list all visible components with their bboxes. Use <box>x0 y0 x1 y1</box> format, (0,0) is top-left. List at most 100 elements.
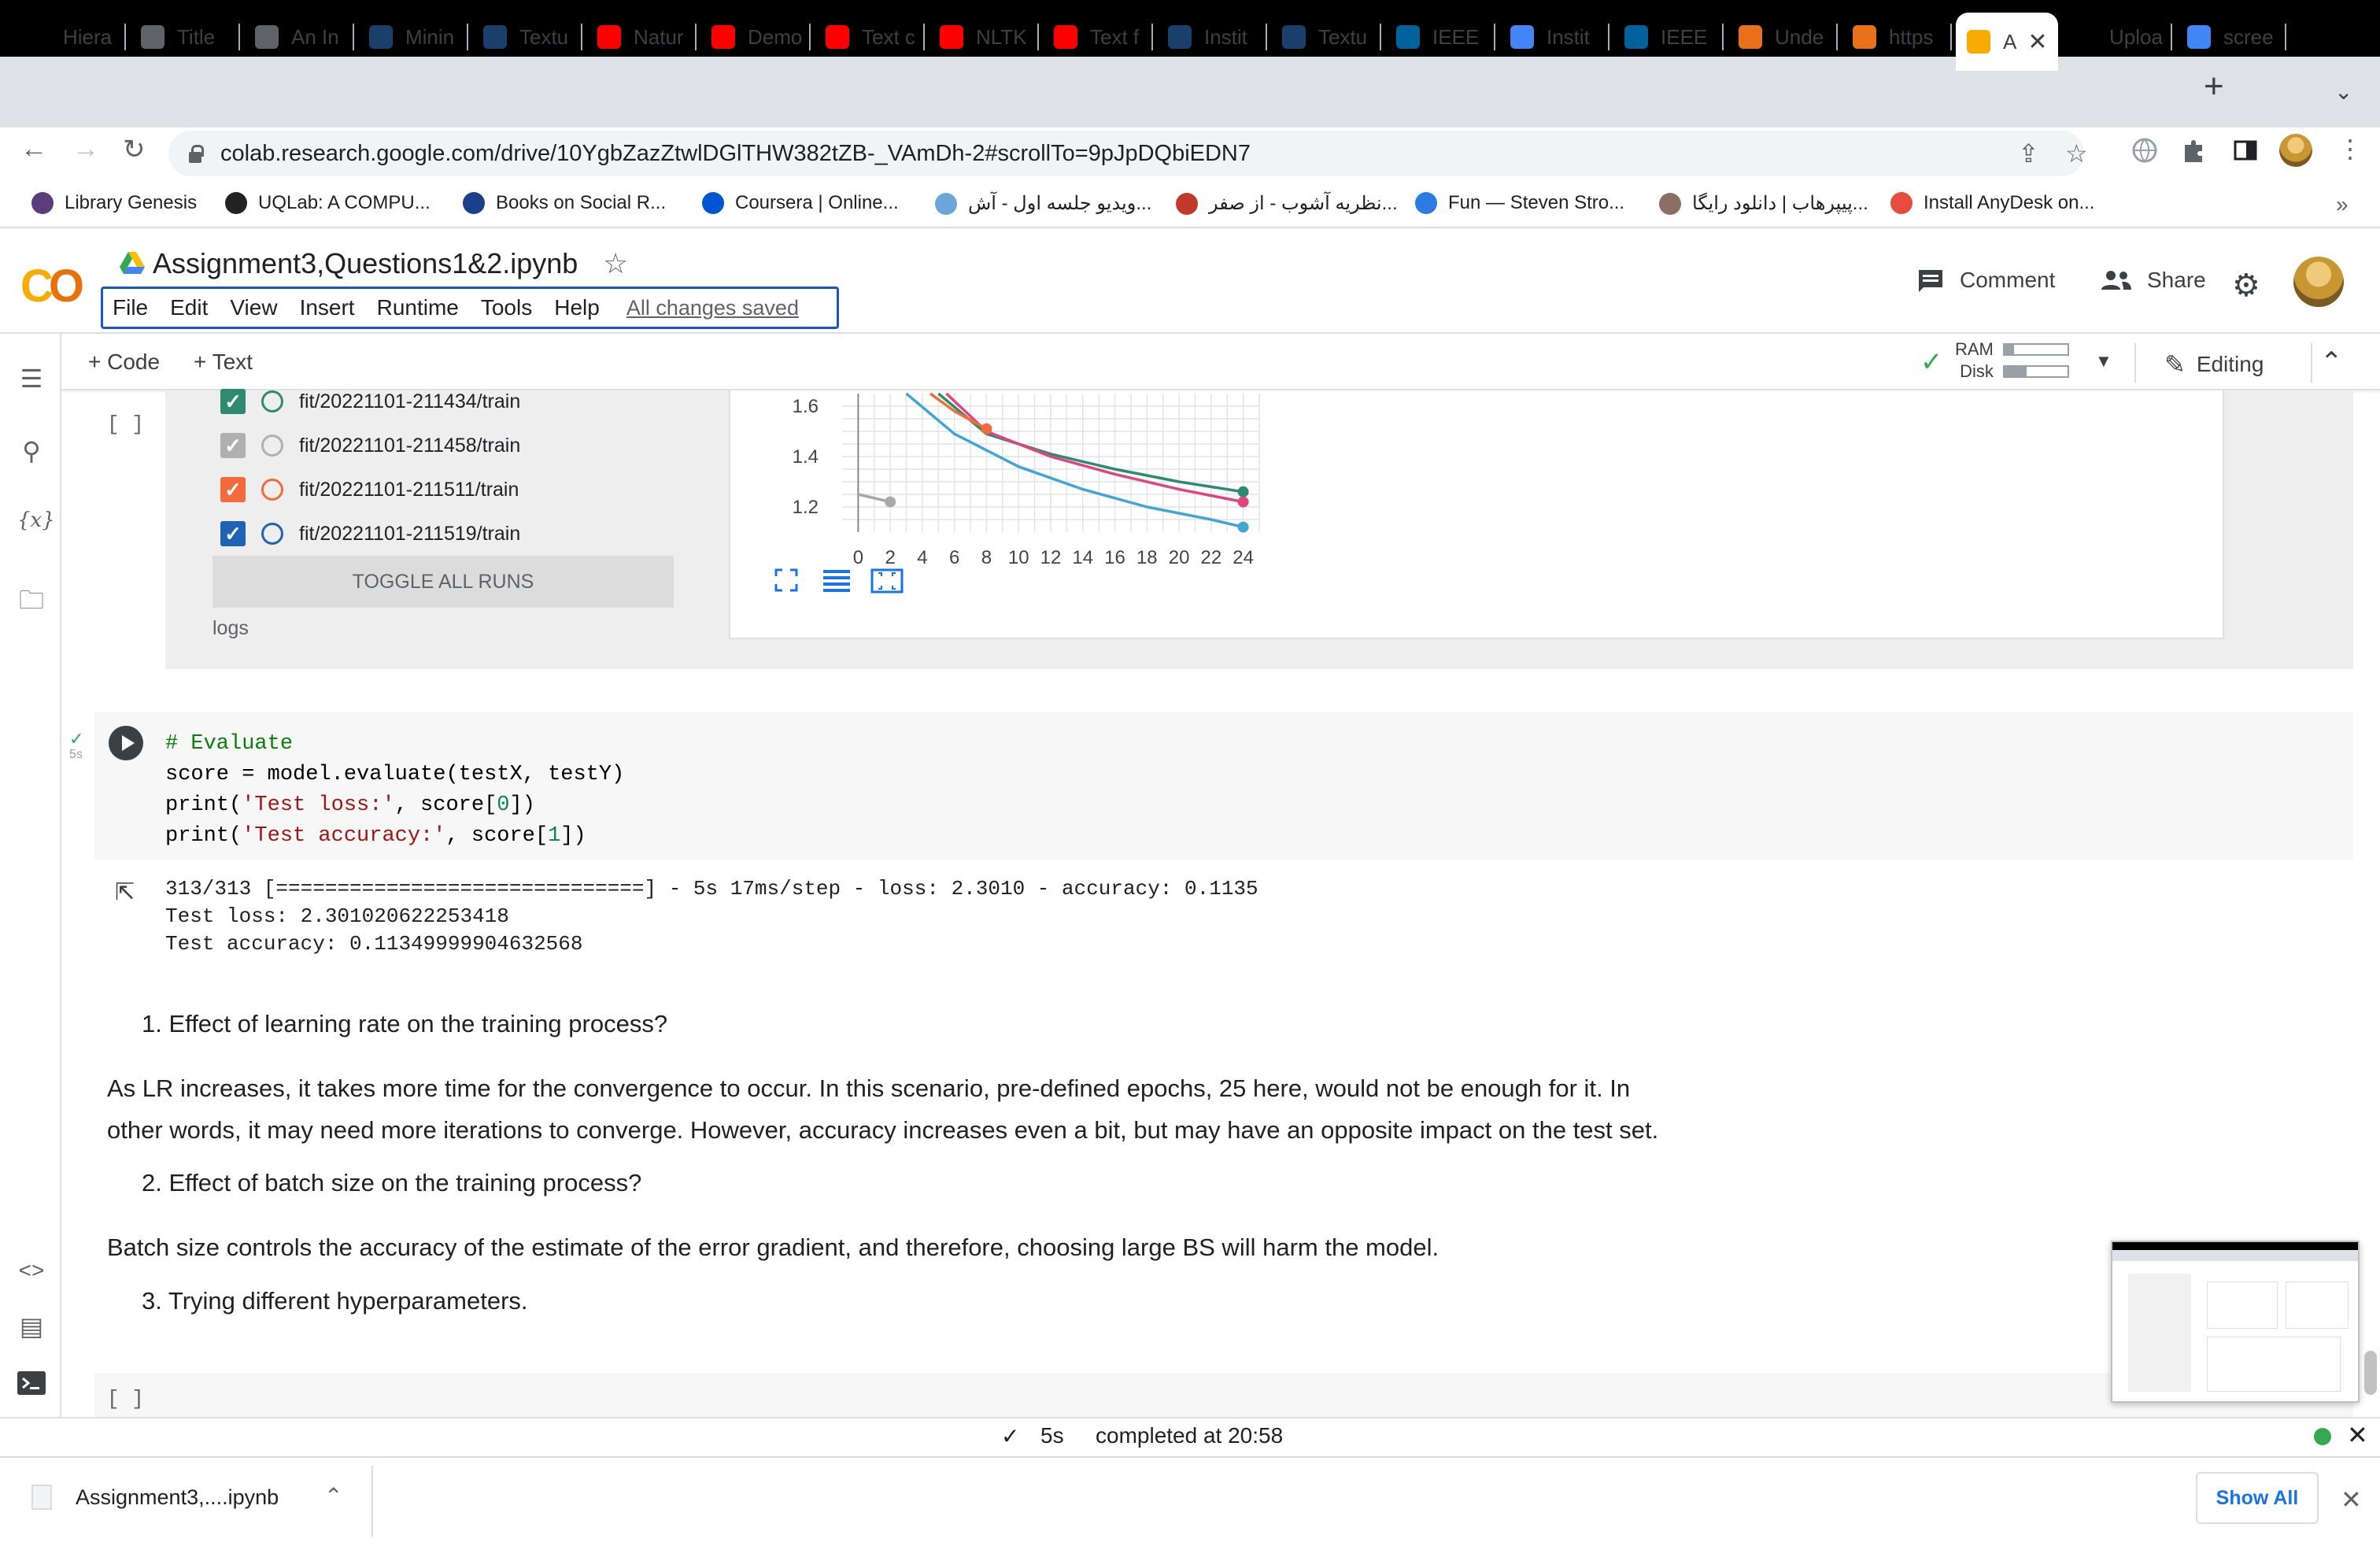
menu-runtime[interactable]: Runtime <box>377 295 459 320</box>
run-radio[interactable] <box>261 523 283 545</box>
browser-tab[interactable]: A ✕ <box>1956 13 2058 71</box>
browser-tab[interactable]: IEEE <box>1613 13 1724 61</box>
bookmark-item[interactable]: پیپرهاب | دانلود رایگا... <box>1659 192 1868 215</box>
cell-execution-bracket[interactable]: [ ] <box>107 1387 144 1411</box>
more-bookmarks-icon[interactable]: » <box>2336 192 2349 217</box>
close-status-icon[interactable]: ✕ <box>2347 1420 2368 1450</box>
browser-tab[interactable]: Minin <box>358 13 468 61</box>
terminal-icon[interactable] <box>17 1371 46 1395</box>
run-checkbox[interactable]: ✓ <box>220 521 246 546</box>
editing-mode-button[interactable]: ✎ Editing <box>2164 350 2264 379</box>
notebook-title[interactable]: Assignment3,Questions1&2.ipynb <box>153 247 578 280</box>
run-checkbox[interactable]: ✓ <box>220 477 246 502</box>
download-item[interactable]: Assignment3,....ipynb <box>31 1485 279 1510</box>
comment-button[interactable]: Comment <box>1917 268 2055 293</box>
add-code-button[interactable]: + Code <box>88 350 160 375</box>
browser-tab[interactable]: Instit <box>1499 13 1609 61</box>
browser-tab[interactable]: An In <box>244 13 354 61</box>
bookmark-star-icon[interactable]: ☆ <box>2065 139 2088 168</box>
google-drive-icon[interactable] <box>120 252 145 274</box>
browser-tab[interactable]: Hiera <box>16 13 126 61</box>
browser-tab[interactable]: Demo <box>700 13 811 61</box>
browser-tab[interactable]: Natur <box>586 13 697 61</box>
toggle-log-scale-icon[interactable] <box>823 568 850 592</box>
resource-monitor[interactable]: RAM Disk <box>1955 338 2069 383</box>
browser-tab[interactable]: Instit <box>1157 13 1267 61</box>
run-radio[interactable] <box>261 390 283 412</box>
clear-output-icon[interactable]: ⇱ <box>115 878 135 906</box>
profile-avatar[interactable] <box>2279 134 2312 167</box>
files-folder-icon[interactable]: 🗀 <box>17 583 46 625</box>
code-snippets-icon[interactable]: <> <box>17 1258 46 1283</box>
menu-tools[interactable]: Tools <box>481 295 532 320</box>
run-row[interactable]: ✓ fit/20221101-211434/train <box>220 389 520 414</box>
browser-tab[interactable]: Title <box>130 13 240 61</box>
bookmark-item[interactable]: Library Genesis <box>31 192 197 214</box>
search-icon[interactable]: ⚲ <box>17 436 46 466</box>
menu-help[interactable]: Help <box>554 295 600 320</box>
run-checkbox[interactable]: ✓ <box>220 389 246 414</box>
star-notebook-icon[interactable]: ☆ <box>603 247 628 280</box>
menu-edit[interactable]: Edit <box>170 295 208 320</box>
table-of-contents-icon[interactable]: ☰ <box>17 364 46 394</box>
bookmark-item[interactable]: ویدیو جلسه اول - آش... <box>935 192 1151 215</box>
bookmark-item[interactable]: نظریه آشوب - از صفر... <box>1176 192 1398 215</box>
run-radio[interactable] <box>261 435 283 457</box>
browser-tab[interactable]: Textu <box>1271 13 1381 61</box>
side-panel-icon[interactable] <box>2230 135 2260 165</box>
browser-tab[interactable]: https <box>1842 13 1952 61</box>
close-downloads-icon[interactable]: ✕ <box>2341 1485 2362 1515</box>
bookmark-item[interactable]: Books on Social R... <box>463 192 666 214</box>
bookmark-item[interactable]: Fun — Steven Stro... <box>1415 192 1624 214</box>
scrollbar-thumb[interactable] <box>2364 1351 2377 1395</box>
show-all-downloads-button[interactable]: Show All <box>2196 1472 2319 1524</box>
code-editor[interactable]: # Evaluate score = model.evaluate(testX,… <box>165 729 624 852</box>
fit-domain-icon[interactable] <box>870 568 904 594</box>
bookmark-item[interactable]: Install AnyDesk on... <box>1890 192 2094 214</box>
fullscreen-icon[interactable] <box>774 568 798 592</box>
menu-view[interactable]: View <box>230 295 277 320</box>
toggle-all-runs-button[interactable]: TOGGLE ALL RUNS <box>213 556 674 608</box>
download-options-chevron-icon[interactable]: ⌃ <box>324 1483 342 1509</box>
browser-tab[interactable]: scree <box>2176 13 2286 61</box>
run-row[interactable]: ✓ fit/20221101-211511/train <box>220 477 519 502</box>
browser-tab[interactable]: Textu <box>472 13 582 61</box>
back-button[interactable]: ← <box>20 134 47 165</box>
menu-file[interactable]: File <box>113 295 148 320</box>
browser-tab[interactable]: Unde <box>1728 13 1838 61</box>
forward-button[interactable]: → <box>72 134 99 165</box>
browser-tab[interactable]: IEEE <box>1385 13 1495 61</box>
browser-tab[interactable]: Uploa <box>2062 13 2172 61</box>
run-row[interactable]: ✓ fit/20221101-211458/train <box>220 433 520 458</box>
browser-menu-icon[interactable]: ⋮ <box>2338 134 2363 164</box>
run-radio[interactable] <box>261 479 283 501</box>
run-checkbox[interactable]: ✓ <box>220 433 246 458</box>
share-button[interactable]: Share <box>2100 268 2206 293</box>
close-tab-icon[interactable]: ✕ <box>2027 28 2047 56</box>
browser-tab[interactable]: NLTK <box>929 13 1039 61</box>
colab-logo[interactable]: CO <box>20 260 84 313</box>
command-palette-icon[interactable]: ▤ <box>17 1311 46 1341</box>
translate-globe-icon[interactable] <box>2130 135 2160 165</box>
user-avatar[interactable] <box>2293 257 2344 307</box>
screenshot-thumbnail[interactable] <box>2111 1241 2360 1403</box>
settings-gear-icon[interactable]: ⚙ <box>2232 268 2260 304</box>
variables-icon[interactable]: {x} <box>17 509 55 532</box>
cell-execution-bracket[interactable]: [ ] <box>107 412 144 436</box>
save-status-link[interactable]: All changes saved <box>626 296 799 320</box>
new-tab-button[interactable]: + <box>2204 69 2224 104</box>
bookmark-item[interactable]: UQLab: A COMPU... <box>225 192 431 214</box>
empty-code-cell[interactable] <box>94 1373 2353 1417</box>
share-page-icon[interactable]: ⇪ <box>2018 139 2039 168</box>
menu-insert[interactable]: Insert <box>300 295 355 320</box>
reload-button[interactable]: ↻ <box>123 134 146 165</box>
run-row[interactable]: ✓ fit/20221101-211519/train <box>220 521 520 546</box>
tab-search-chevron-icon[interactable]: ⌄ <box>2334 79 2352 105</box>
bookmark-item[interactable]: Coursera | Online... <box>702 192 899 214</box>
resource-dropdown-icon[interactable]: ▼ <box>2095 351 2112 372</box>
browser-tab[interactable]: Text c <box>815 13 925 61</box>
extensions-puzzle-icon[interactable] <box>2179 135 2208 165</box>
collapse-header-icon[interactable]: ⌃ <box>2320 346 2343 378</box>
add-text-button[interactable]: + Text <box>194 350 253 375</box>
browser-tab[interactable]: Text f <box>1043 13 1153 61</box>
